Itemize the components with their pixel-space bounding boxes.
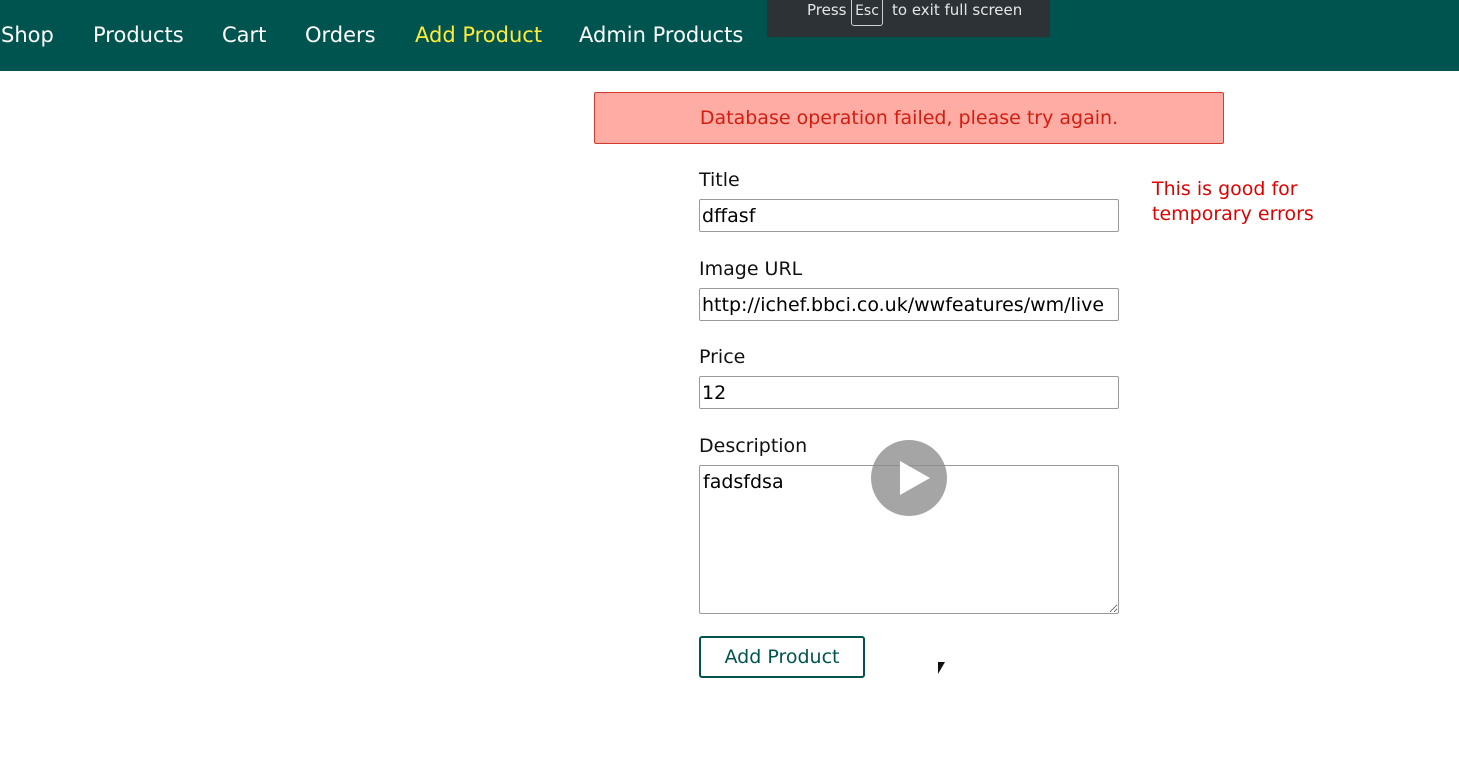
nav-item-orders[interactable]: Orders <box>305 19 376 51</box>
add-product-button[interactable]: Add Product <box>699 636 865 678</box>
esc-key-hint: Esc <box>851 0 883 26</box>
fullscreen-exit-banner: Press Esc to exit full screen <box>767 0 1050 37</box>
title-input[interactable] <box>699 199 1119 232</box>
annotation-note: This is good for temporary errors <box>1152 178 1314 225</box>
nav-item-products[interactable]: Products <box>93 19 184 51</box>
video-play-overlay[interactable] <box>871 440 947 516</box>
nav-item-shop[interactable]: Shop <box>1 19 54 51</box>
title-label: Title <box>699 169 740 191</box>
main-navbar: Shop Products Cart Orders Add Product Ad… <box>0 0 1459 71</box>
fullscreen-banner-press-text: Press <box>807 1 847 19</box>
description-label: Description <box>699 435 808 457</box>
play-icon <box>900 461 930 495</box>
price-label: Price <box>699 346 746 368</box>
nav-item-admin-products[interactable]: Admin Products <box>579 19 743 51</box>
nav-item-add-product[interactable]: Add Product <box>415 19 542 51</box>
price-input[interactable] <box>699 376 1119 409</box>
image-url-input[interactable] <box>699 288 1119 321</box>
image-url-label: Image URL <box>699 258 803 280</box>
fullscreen-banner-suffix-text: to exit full screen <box>892 1 1023 19</box>
nav-item-cart[interactable]: Cart <box>222 19 266 51</box>
mouse-cursor-icon <box>938 662 945 674</box>
error-alert: Database operation failed, please try ag… <box>594 92 1224 144</box>
